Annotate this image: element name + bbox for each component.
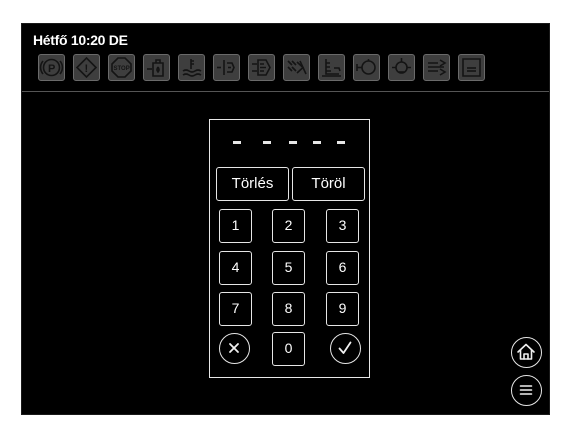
pin-digit-placeholder: [337, 141, 345, 144]
menu-icon: [519, 385, 533, 395]
oil-pressure-icon: [318, 54, 345, 81]
parking-brake-icon: P: [38, 54, 65, 81]
key-5-button[interactable]: 5: [272, 251, 305, 285]
warning-icon: !: [73, 54, 100, 81]
check-circle-icon: [338, 341, 352, 354]
fuel-filter-restriction-icon: [248, 54, 275, 81]
engine-icon: [353, 54, 380, 81]
svg-text:!: !: [85, 63, 89, 75]
stop-icon: STOP: [108, 54, 135, 81]
key-1-button[interactable]: 1: [219, 209, 252, 243]
key-2-button[interactable]: 2: [272, 209, 305, 243]
air-filter-icon: [283, 54, 310, 81]
battery-icon: [458, 54, 485, 81]
transmission-icon: [423, 54, 450, 81]
pin-keypad: Törlés Töröl 1 2 3 4 5 6 7 8 9 0: [209, 119, 370, 378]
pin-digit-placeholder: [233, 141, 241, 144]
coolant-level-icon: [178, 54, 205, 81]
svg-text:STOP: STOP: [114, 66, 130, 72]
key-9-button[interactable]: 9: [326, 292, 359, 326]
key-8-button[interactable]: 8: [272, 292, 305, 326]
pin-digit-placeholder: [313, 141, 321, 144]
key-4-button[interactable]: 4: [219, 251, 252, 285]
fuel-water-icon: [143, 54, 170, 81]
pin-digit-placeholder: [289, 141, 297, 144]
date-time: Hétfő 10:20 DE: [33, 32, 128, 48]
pin-display: [210, 136, 369, 150]
cancel-button[interactable]: [219, 333, 250, 364]
key-7-button[interactable]: 7: [219, 292, 252, 326]
key-0-button[interactable]: 0: [272, 332, 305, 366]
clear-button[interactable]: Törlés: [216, 167, 289, 201]
x-circle-icon: [229, 343, 239, 353]
display-screen: Hétfő 10:20 DE P ! STOP Törlés Töröl 1 2…: [21, 23, 550, 415]
status-bar: Hétfő 10:20 DE P ! STOP: [22, 24, 549, 92]
svg-text:P: P: [48, 63, 55, 75]
home-icon: [517, 343, 535, 360]
key-6-button[interactable]: 6: [326, 251, 359, 285]
home-button[interactable]: [511, 337, 542, 368]
key-3-button[interactable]: 3: [326, 209, 359, 243]
confirm-button[interactable]: [330, 333, 361, 364]
menu-button[interactable]: [511, 375, 542, 406]
fuel-filter-icon: [213, 54, 240, 81]
pin-digit-placeholder: [263, 141, 271, 144]
engine-temperature-icon: [388, 54, 415, 81]
delete-button[interactable]: Töröl: [292, 167, 365, 201]
